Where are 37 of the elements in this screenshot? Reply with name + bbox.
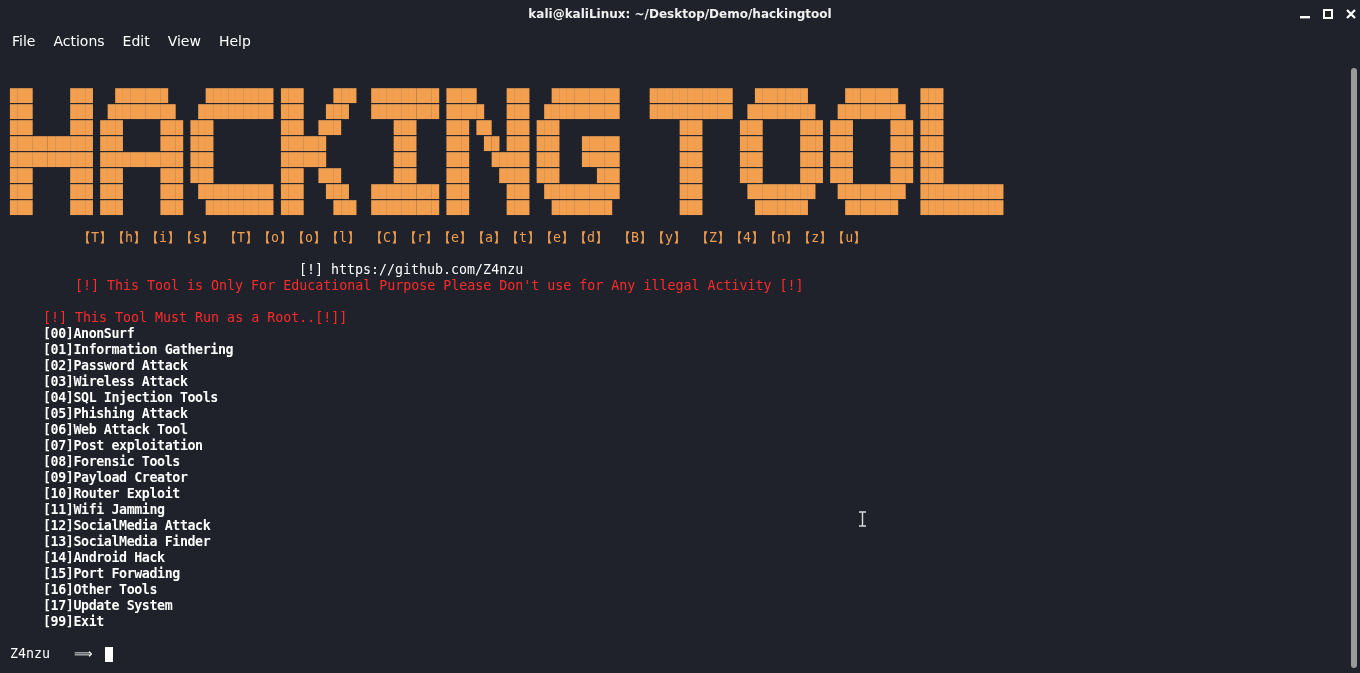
- menu-option: [17]Update System: [3, 598, 173, 614]
- menu-item[interactable]: Actions: [53, 33, 105, 49]
- menu-option: [15]Port Forwading: [3, 566, 180, 582]
- menu-option: [07]Post exploitation: [3, 438, 203, 454]
- menu-item[interactable]: Help: [218, 33, 251, 49]
- menu-option: [12]SocialMedia Attack: [3, 518, 211, 534]
- maximize-icon[interactable]: [1323, 9, 1333, 19]
- banner-art: ███ ███ ███████ █████████ ███ ███ █████████ ████ ███ █████████ ███████████ ███████ ███████ ███ ███ ███ █████████ ██████████ ███ ███ █████████ █████ ███ ██████████ ███████████ █████████ █████████ ███ ███ ███ ███ ███ ███ ███ ███ ███ ███ ██ ███ ███ ███ ███ ███ ███ ███ ███ ███████████ ███ ███ ███ ██████ ███ ███ ██ ███ ███ █████ ███ ███ ███ ███ ███ ███ ███████████ ███████████ ███ ██████ ███ ███ █████ ███ █████ ███ ███ ███ ███ ███ ███ ███ ███ ███ ███ ███ ███ ███ ███ ███ ████ ███ ███ ███ ███ ███ ███ ███ ███ ███ ███ ███ ███ ██████████ ███ ███ █████████ ███ ███ ██████████ ███ █████████ █████████ ███████████ ███ ███ ███ ███ █████████ ███ ███ █████████ ███ ███ ████████ ███ ███████ ███████ ███████████: [10, 88, 1004, 216]
- terminal-cursor: [105, 646, 114, 662]
- text-cursor-icon: [859, 511, 866, 527]
- window-title: kali@kaliLinux: ~/Desktop/Demo/hackingtool: [528, 7, 832, 21]
- menu-item[interactable]: View: [167, 33, 201, 49]
- menu-option: [99]Exit: [3, 614, 104, 630]
- warning-text: [!] This Tool is Only For Educational Purpose Please Don't use for Any illegal Activity [!]: [74, 278, 804, 294]
- menu-option: [14]Android Hack: [3, 550, 165, 566]
- menu-option: [05]Phishing Attack: [3, 406, 188, 422]
- menu-option: [06]Web Attack Tool: [3, 422, 188, 438]
- menu-option: [09]Payload Creator: [3, 470, 188, 486]
- prompt-user: Z4nzu: [10, 646, 51, 662]
- menu-item[interactable]: File: [12, 33, 36, 49]
- menu-item[interactable]: Edit: [122, 33, 150, 49]
- menu-option: [04]SQL Injection Tools: [3, 390, 218, 406]
- menu-option: [13]SocialMedia Finder: [3, 534, 211, 550]
- credit-line: 【T】【h】【i】【s】 【T】【o】【o】【l】 【C】【r】【e】【a】【t】【e】【d】 【B】【y】 【Z】【4】【n】【z】【u】: [77, 230, 867, 246]
- menu-option: [10]Router Exploit: [3, 486, 180, 502]
- menu-option: [16]Other Tools: [3, 582, 158, 598]
- menu-option: [02]Password Attack: [3, 358, 188, 374]
- menu-option: [11]Wifi Jamming: [3, 502, 165, 518]
- warning-text: [!] This Tool Must Run as a Root..[!]]: [42, 310, 348, 326]
- menu-option: [01]Information Gathering: [3, 342, 234, 358]
- scrollbar[interactable]: [1351, 68, 1357, 668]
- menu-option: [03]Wireless Attack: [3, 374, 188, 390]
- menu-option: [08]Forensic Tools: [3, 454, 180, 470]
- prompt-arrow: ⟹: [74, 646, 94, 662]
- menu-option: [00]AnonSurf: [3, 326, 135, 342]
- close-icon[interactable]: [1346, 9, 1356, 19]
- url-text: [!] https://github.com/Z4nzu: [298, 262, 524, 278]
